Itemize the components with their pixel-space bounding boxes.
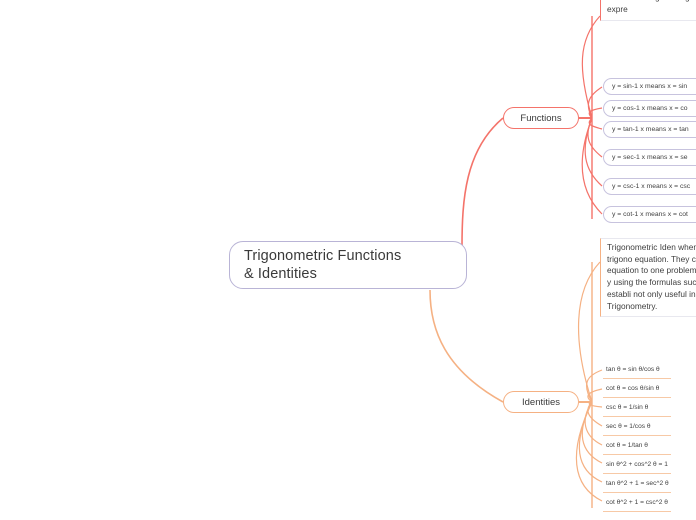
connector-identities-child-4 [587, 401, 603, 427]
connector-center-to-functions [461, 117, 504, 248]
identity-formula-label: tan θ = sin θ/cos θ [606, 366, 660, 373]
identity-formula-label: cot θ = 1/tan θ [606, 442, 648, 449]
paragraph-text-functions: triangle to the length studying trigonom… [607, 0, 696, 14]
paragraph-card-functions[interactable]: triangle to the length studying trigonom… [600, 0, 696, 21]
list-item[interactable]: tan θ = sin θ/cos θ [603, 361, 671, 379]
connector-identities-child-1 [585, 369, 603, 403]
list-item[interactable]: tan θ^2 + 1 = sec^2 θ [603, 475, 671, 493]
central-node-title-line1: Trigonometric Functions [244, 248, 402, 264]
branch-node-identities[interactable]: Identities [503, 391, 579, 413]
list-item[interactable]: cot θ = cos θ/sin θ [603, 380, 671, 398]
identity-formula-label: cot θ^2 + 1 = csc^2 θ [606, 499, 668, 506]
connector-functions-child-0 [581, 15, 601, 119]
list-item[interactable]: y = sin-1 x means x = sin [603, 78, 696, 95]
connector-center-to-identities [429, 289, 504, 403]
inverse-function-label: y = cos-1 x means x = co [612, 105, 688, 112]
identity-formula-label: sin θ^2 + cos^2 θ = 1 [606, 461, 668, 468]
connector-identities-child-7 [578, 401, 603, 483]
connector-functions-child-4 [587, 117, 603, 158]
paragraph-card-identities[interactable]: Trigonometric Iden whenever a trigono eq… [600, 238, 696, 318]
connector-functions-child-6 [581, 117, 603, 215]
list-item[interactable]: sec θ = 1/cos θ [603, 418, 671, 436]
connector-identities-child-2 [587, 388, 603, 403]
inverse-function-label: y = csc-1 x means x = csc [612, 183, 691, 190]
central-node-label: Trigonometric Functions & Identities [244, 247, 401, 283]
branch-label-identities: Identities [521, 396, 561, 408]
identity-formula-label: sec θ = 1/cos θ [606, 423, 651, 430]
branch-label-functions: Functions [520, 112, 562, 124]
identity-formula-label: tan θ^2 + 1 = sec^2 θ [606, 480, 669, 487]
list-item[interactable]: y = csc-1 x means x = csc [603, 178, 696, 195]
identity-formula-label: cot θ = cos θ/sin θ [606, 385, 660, 392]
list-item[interactable]: cot θ^2 + 1 = csc^2 θ [603, 494, 671, 512]
inverse-function-label: y = sin-1 x means x = sin [612, 83, 688, 90]
mind-map-canvas: Trigonometric Functions & Identities Fun… [0, 0, 696, 520]
list-item[interactable]: y = tan-1 x means x = tan [603, 121, 696, 138]
connector-functions-child-2 [588, 107, 603, 119]
list-item[interactable]: y = cos-1 x means x = co [603, 100, 696, 117]
list-item[interactable]: cot θ = 1/tan θ [603, 437, 671, 455]
connector-identities-child-0 [577, 261, 601, 403]
identity-formula-label: csc θ = 1/sin θ [606, 404, 649, 411]
connector-identities-child-6 [581, 401, 603, 464]
central-node-title-line2: & Identities [244, 266, 317, 282]
connector-identities-child-5 [584, 401, 603, 446]
inverse-function-label: y = tan-1 x means x = tan [612, 126, 689, 133]
central-node[interactable]: Trigonometric Functions & Identities [229, 241, 467, 289]
inverse-function-label: y = sec-1 x means x = se [612, 154, 688, 161]
connector-identities-child-8 [575, 401, 603, 502]
connector-functions-child-5 [584, 117, 603, 187]
list-item[interactable]: y = cot-1 x means x = cot [603, 206, 696, 223]
connector-functions-child-1 [587, 86, 603, 119]
connector-identities-child-3 [588, 401, 603, 408]
inverse-function-label: y = cot-1 x means x = cot [612, 211, 688, 218]
branch-node-functions[interactable]: Functions [503, 107, 579, 129]
connector-functions-child-3 [588, 117, 603, 130]
paragraph-text-identities: Trigonometric Iden whenever a trigono eq… [607, 242, 696, 311]
list-item[interactable]: csc θ = 1/sin θ [603, 399, 671, 417]
list-item[interactable]: sin θ^2 + cos^2 θ = 1 [603, 456, 671, 474]
list-item[interactable]: y = sec-1 x means x = se [603, 149, 696, 166]
